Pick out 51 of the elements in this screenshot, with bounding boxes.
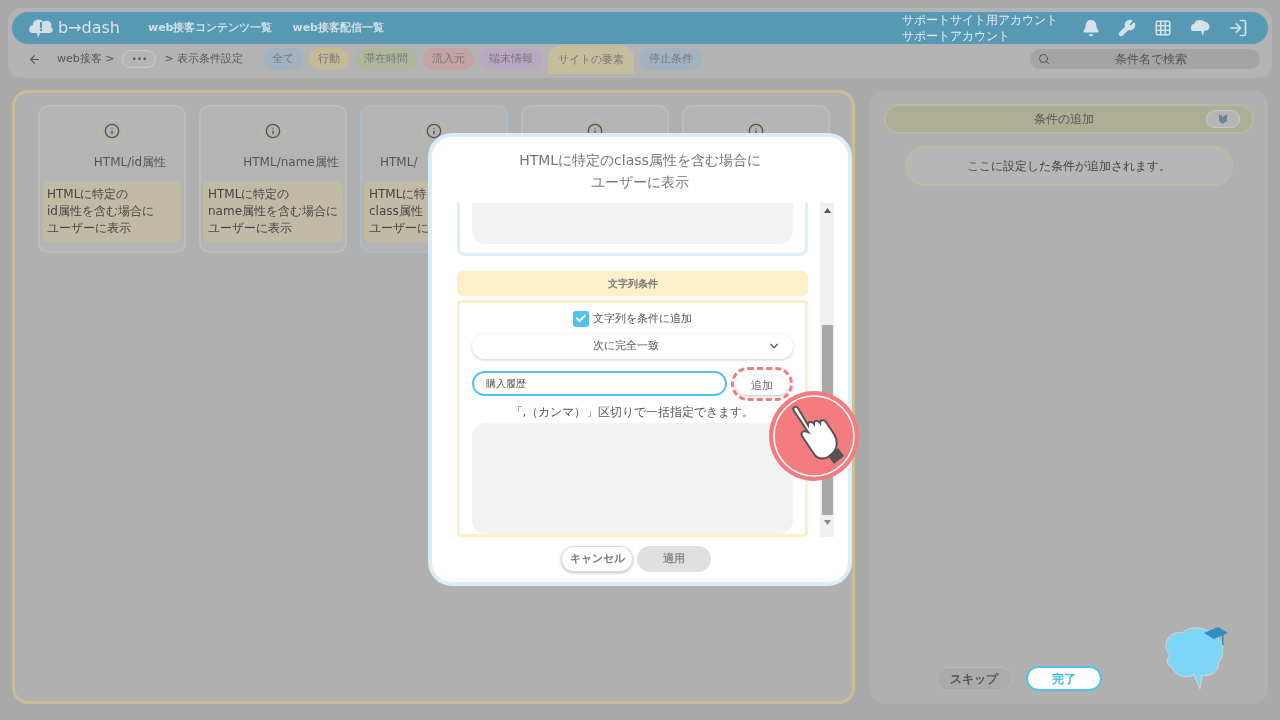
filter-tab[interactable]: 端末情報: [480, 48, 543, 70]
cancel-button[interactable]: キャンセル: [561, 546, 633, 572]
condition-card[interactable]: HTML/id属性 HTMLに特定の id属性を含む場合に ユーザーに表示: [38, 105, 186, 253]
checkbox-label: 文字列を条件に追加: [593, 310, 692, 327]
condition-card[interactable]: HTML/name属性 HTMLに特定の name属性を含む場合に ユーザーに表示: [199, 105, 347, 253]
more-button[interactable]: •••: [122, 50, 157, 68]
dialog-title: HTMLに特定のclass属性を含む場合に: [519, 151, 761, 170]
dialog-title: ユーザーに表示: [591, 173, 689, 192]
account-name: サポートアカウント: [902, 28, 1011, 44]
account-name: サポートサイト用アカウント: [902, 12, 1058, 28]
info-icon: [426, 123, 442, 139]
filter-tab[interactable]: 全て: [263, 48, 304, 70]
toggle-button[interactable]: [1206, 110, 1240, 128]
dropdown-value: 次に完全一致: [591, 338, 660, 355]
filter-tab[interactable]: 流入元: [423, 48, 475, 70]
info-icon: [265, 123, 281, 139]
breadcrumb-current: > 表示条件設定: [164, 50, 244, 67]
hint-text: 「,（カンマ）」区切りで一括指定できます。: [509, 403, 756, 421]
search-icon: [1038, 53, 1050, 65]
logo-text: b→dash: [58, 17, 120, 39]
info-icon: [104, 123, 120, 139]
card-description: HTMLに特定の id属性を含む場合に ユーザーに表示: [42, 181, 182, 242]
match-dropdown[interactable]: 次に完全一致: [472, 333, 793, 359]
filter-tab[interactable]: サイトの要素: [548, 46, 635, 74]
cloud-logo-icon: [28, 17, 54, 39]
done-button[interactable]: 完了: [1026, 666, 1102, 691]
scroll-down-icon[interactable]: [823, 520, 831, 525]
card-title: HTML/: [379, 154, 419, 171]
card-title: HTML/name属性: [242, 154, 340, 171]
checkbox[interactable]: [573, 310, 589, 327]
search-input[interactable]: 条件名で検索: [1050, 50, 1252, 68]
nav-link[interactable]: web接客配信一覧: [292, 19, 384, 37]
section-header: 文字列条件: [457, 271, 808, 296]
card-description: HTMLに特定の name属性を含む場合に ユーザーに表示: [203, 181, 343, 242]
add-button[interactable]: 追加: [736, 376, 788, 396]
wrench-icon[interactable]: [1118, 19, 1136, 37]
card-title: HTML/id属性: [92, 154, 168, 171]
message-box: ここに設定した条件が追加されます。: [905, 146, 1233, 186]
nav-link[interactable]: web接客コンテンツ一覧: [148, 19, 273, 37]
scroll-up-icon[interactable]: [823, 208, 831, 213]
filter-tab[interactable]: 行動: [309, 48, 350, 70]
panel-title: 条件の追加: [1033, 111, 1095, 128]
text-input[interactable]: 購入履歴: [472, 371, 727, 397]
skip-button[interactable]: スキップ: [936, 666, 1012, 691]
logout-icon[interactable]: [1228, 18, 1248, 38]
search-field[interactable]: 条件名で検索: [1030, 49, 1260, 69]
back-arrow-icon[interactable]: [28, 52, 41, 66]
bell-icon[interactable]: [1082, 19, 1100, 37]
beginner-mark-icon: [1219, 114, 1227, 124]
breadcrumb-link[interactable]: web接客 >: [57, 50, 115, 68]
grid-icon[interactable]: [1154, 19, 1172, 37]
